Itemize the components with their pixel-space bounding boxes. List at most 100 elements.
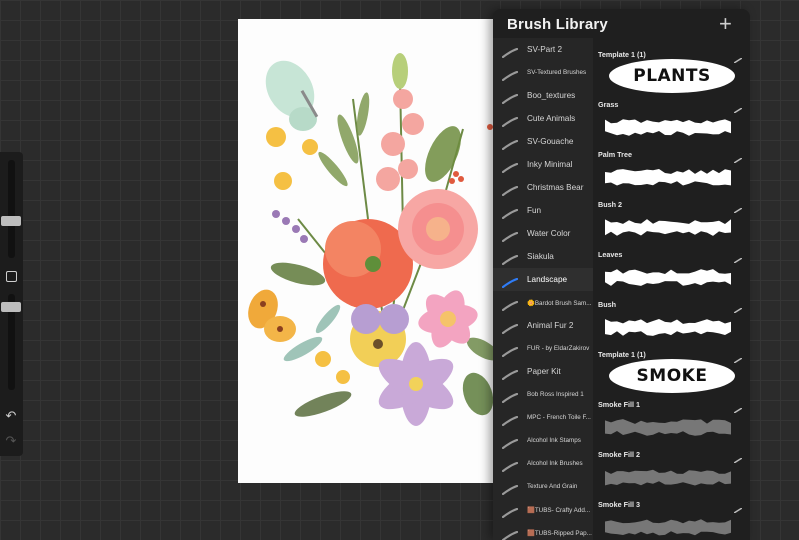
brush-stroke-preview xyxy=(601,161,735,191)
brush-name: Grass xyxy=(598,100,619,109)
brush-set-item[interactable]: SV-Part 2 xyxy=(493,38,593,61)
brush-stroke-icon xyxy=(501,206,519,219)
brush-set-item[interactable]: Alcohol Ink Stamps xyxy=(493,429,593,452)
drawing-canvas[interactable] xyxy=(238,19,501,483)
brush-set-label: 🌼Bardot Brush Sam... xyxy=(527,299,592,307)
panel-title: Brush Library xyxy=(507,16,608,33)
brush-preview-item[interactable]: Template 1 (1) SMOKE xyxy=(593,346,743,396)
brush-stroke-preview xyxy=(601,461,735,491)
brush-set-item[interactable]: 🌼Bardot Brush Sam... xyxy=(493,291,593,314)
brush-set-item[interactable]: MPC - French Toile F... xyxy=(493,406,593,429)
undo-arrow-icon[interactable]: ↶ xyxy=(3,408,19,424)
brush-library-panel: Brush Library + SV-Part 2 SV-Textured Bru… xyxy=(493,9,750,540)
brush-set-item[interactable]: Water Color xyxy=(493,222,593,245)
brush-mark-icon xyxy=(733,450,743,464)
brush-set-item[interactable]: Bob Ross Inspired 1 xyxy=(493,383,593,406)
brush-stroke-icon xyxy=(501,505,519,518)
brush-preview-item[interactable]: Template 1 (1) PLANTS xyxy=(593,46,743,96)
brush-stroke-preview xyxy=(601,511,735,540)
brush-set-label: FUR - by EldarZakirov xyxy=(527,345,590,352)
brush-mark-icon xyxy=(733,300,743,314)
brush-set-item[interactable]: SV-Textured Brushes xyxy=(493,61,593,84)
brush-set-label: Cute Animals xyxy=(527,114,576,123)
floral-artwork xyxy=(248,53,500,426)
brush-set-label: Paper Kit xyxy=(527,367,561,376)
brush-set-label: Siakula xyxy=(527,252,554,261)
brush-mark-icon xyxy=(733,500,743,514)
brush-preview-item[interactable]: Palm Tree xyxy=(593,146,743,196)
brush-stroke-icon xyxy=(501,45,519,58)
brush-set-item[interactable]: Texture And Grain xyxy=(493,475,593,498)
brush-set-label: SV-Textured Brushes xyxy=(527,69,587,76)
opacity-slider[interactable] xyxy=(1,294,21,390)
brush-stroke-icon xyxy=(501,183,519,196)
brush-stroke-icon xyxy=(501,321,519,334)
brush-set-label: Boo_textures xyxy=(527,91,576,100)
sidebar-toolbar: ↶ ↷ xyxy=(0,152,23,456)
brush-stroke-icon xyxy=(501,229,519,242)
brush-size-handle[interactable] xyxy=(1,216,21,226)
brush-set-item[interactable]: FUR - by EldarZakirov xyxy=(493,337,593,360)
brush-preview-item[interactable]: Smoke Fill 1 xyxy=(593,396,743,446)
brush-stroke-icon xyxy=(501,367,519,380)
brush-set-item[interactable]: SV-Gouache xyxy=(493,130,593,153)
brush-mark-icon xyxy=(733,150,743,164)
butterfly-left xyxy=(248,289,296,342)
brush-set-item[interactable]: Cute Animals xyxy=(493,107,593,130)
brush-name: Leaves xyxy=(598,250,623,259)
brush-category-label: SMOKE xyxy=(609,359,735,393)
brush-set-label: SV-Gouache xyxy=(527,137,574,146)
brush-mark-icon xyxy=(733,100,743,114)
brush-stroke-icon xyxy=(501,68,519,81)
brush-stroke-icon xyxy=(501,114,519,127)
brush-stroke-icon xyxy=(501,459,519,472)
brush-name: Template 1 (1) xyxy=(598,350,646,359)
brush-stroke-icon xyxy=(501,91,519,104)
brush-set-item[interactable]: Landscape xyxy=(493,268,593,291)
brush-stroke-icon xyxy=(501,252,519,265)
brush-set-label: Alcohol Ink Stamps xyxy=(527,437,581,444)
brush-set-item[interactable]: Inky Minimal xyxy=(493,153,593,176)
brush-set-label: Christmas Bear xyxy=(527,183,584,192)
brush-stroke-icon xyxy=(501,390,519,403)
brush-set-item[interactable]: Animal Fur 2 xyxy=(493,314,593,337)
brush-stroke-icon xyxy=(501,137,519,150)
brush-set-label: SV-Part 2 xyxy=(527,45,563,54)
plus-icon[interactable]: + xyxy=(719,12,732,36)
brush-set-label: Alcohol Ink Brushes xyxy=(527,460,583,467)
brush-set-item[interactable]: Alcohol Ink Brushes xyxy=(493,452,593,475)
brush-set-item[interactable]: 🟫TUBS-Ripped Pap... xyxy=(493,521,593,540)
brush-stroke-icon xyxy=(501,413,519,426)
brush-set-item[interactable]: Fun xyxy=(493,199,593,222)
brush-preview-item[interactable]: Bush xyxy=(593,296,743,346)
brush-set-label: MPC - French Toile F... xyxy=(527,414,591,421)
redo-arrow-icon[interactable]: ↷ xyxy=(3,433,19,449)
modify-button[interactable] xyxy=(6,271,17,282)
brush-stroke-icon xyxy=(501,275,519,288)
brush-name: Template 1 (1) xyxy=(598,50,646,59)
brush-stroke-preview xyxy=(601,211,735,241)
brush-preview-item[interactable]: Bush 2 xyxy=(593,196,743,246)
brush-preview-item[interactable]: Smoke Fill 2 xyxy=(593,446,743,496)
brush-stroke-icon xyxy=(501,344,519,357)
brush-preview-item[interactable]: Leaves xyxy=(593,246,743,296)
brush-set-item[interactable]: Paper Kit xyxy=(493,360,593,383)
brush-set-item[interactable]: Boo_textures xyxy=(493,84,593,107)
brush-set-label: Inky Minimal xyxy=(527,160,573,169)
brush-size-slider[interactable] xyxy=(1,160,21,258)
brush-mark-icon xyxy=(733,200,743,214)
brush-mark-icon xyxy=(733,50,743,64)
brush-preview-item[interactable]: Grass xyxy=(593,96,743,146)
brush-name: Palm Tree xyxy=(598,150,632,159)
brush-name: Smoke Fill 2 xyxy=(598,450,640,459)
brush-set-item[interactable]: 🟫TUBS- Crafty Add... xyxy=(493,498,593,521)
brush-stroke-preview xyxy=(601,261,735,291)
brush-set-label: Animal Fur 2 xyxy=(527,321,574,330)
brush-preview-item[interactable]: Smoke Fill 3 xyxy=(593,496,743,540)
brush-category-label: PLANTS xyxy=(609,59,735,93)
opacity-handle[interactable] xyxy=(1,302,21,312)
brush-set-label: Bob Ross Inspired 1 xyxy=(527,391,584,398)
brush-set-label: 🟫TUBS- Crafty Add... xyxy=(527,506,591,514)
brush-set-item[interactable]: Christmas Bear xyxy=(493,176,593,199)
brush-set-item[interactable]: Siakula xyxy=(493,245,593,268)
